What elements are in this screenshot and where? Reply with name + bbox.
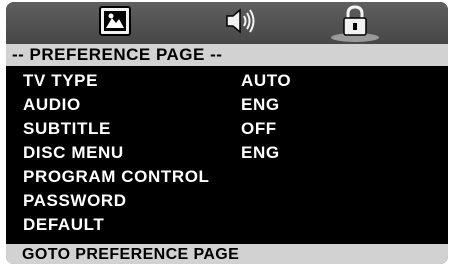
preference-menu: TV TYPE AUTO AUDIO ENG SUBTITLE OFF DISC…	[6, 66, 448, 244]
menu-item-label: SUBTITLE	[23, 119, 111, 138]
menu-item-value: AUTO	[241, 71, 292, 90]
lock-icon	[341, 4, 369, 42]
menu-item-label: TV TYPE	[23, 71, 99, 90]
menu-item-value: ENG	[241, 143, 280, 162]
page-title: -- PREFERENCE PAGE --	[6, 44, 448, 66]
menu-item-label: AUDIO	[23, 95, 81, 114]
tab-audio[interactable]	[221, 6, 259, 40]
tab-strip	[6, 2, 448, 44]
menu-item-label: DEFAULT	[23, 215, 105, 234]
menu-item-default[interactable]: DEFAULT	[23, 214, 443, 236]
video-settings-icon	[99, 5, 131, 41]
audio-speaker-icon	[223, 6, 257, 41]
tab-video[interactable]	[96, 5, 134, 41]
menu-item-label: DISC MENU	[23, 143, 124, 162]
menu-item-subtitle[interactable]: SUBTITLE OFF	[23, 118, 443, 140]
menu-item-disc-menu[interactable]: DISC MENU ENG	[23, 142, 443, 164]
menu-item-value: OFF	[241, 119, 277, 138]
status-bar: GOTO PREFERENCE PAGE	[6, 244, 448, 264]
menu-item-tv-type[interactable]: TV TYPE AUTO	[23, 70, 443, 92]
menu-item-label: PROGRAM CONTROL	[23, 167, 210, 186]
menu-item-label: PASSWORD	[23, 191, 127, 210]
tab-preference[interactable]	[331, 4, 379, 42]
menu-item-password[interactable]: PASSWORD	[23, 190, 443, 212]
menu-item-program-control[interactable]: PROGRAM CONTROL	[23, 166, 443, 188]
menu-item-value: ENG	[241, 95, 280, 114]
setup-menu-screen: -- PREFERENCE PAGE -- TV TYPE AUTO AUDIO…	[6, 2, 448, 264]
menu-item-audio[interactable]: AUDIO ENG	[23, 94, 443, 116]
